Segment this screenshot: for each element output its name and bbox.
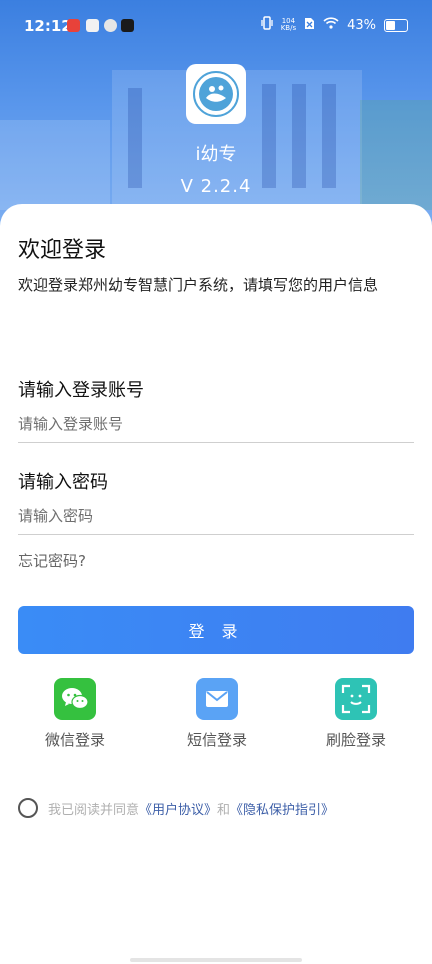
sms-login-button[interactable]: 短信登录 xyxy=(167,678,267,750)
agreement-row: 我已阅读并同意《用户协议》和《隐私保护指引》 xyxy=(18,798,334,818)
status-bar: 12:12 104 KB/s 43% xyxy=(0,0,432,52)
account-input[interactable] xyxy=(18,406,414,443)
sms-login-label: 短信登录 xyxy=(186,731,247,749)
login-button[interactable]: 登 录 xyxy=(18,606,414,654)
building-window xyxy=(292,84,306,188)
notification-icon xyxy=(67,19,80,32)
wechat-icon xyxy=(54,678,96,720)
tiktok-icon xyxy=(121,19,134,32)
net-speed: 104 KB/s xyxy=(281,18,296,32)
vibrate-icon xyxy=(261,16,273,34)
face-login-button[interactable]: 刷脸登录 xyxy=(306,678,406,750)
login-card: 欢迎登录 欢迎登录郑州幼专智慧门户系统，请填写您的用户信息 请输入登录账号 请输… xyxy=(0,204,432,964)
page-subtitle: 欢迎登录郑州幼专智慧门户系统，请填写您的用户信息 xyxy=(18,276,379,294)
building-window xyxy=(128,88,142,188)
app-logo xyxy=(186,64,246,124)
building-window xyxy=(262,84,276,188)
privacy-policy-link[interactable]: 《隐私保护指引》 xyxy=(230,803,334,818)
building-window xyxy=(322,84,336,188)
wechat-login-button[interactable]: 微信登录 xyxy=(25,678,125,750)
status-time: 12:12 xyxy=(24,17,72,35)
agreement-text: 我已阅读并同意《用户协议》和《隐私保护指引》 xyxy=(48,799,334,818)
notification-icon xyxy=(86,19,99,32)
account-label: 请输入登录账号 xyxy=(18,380,144,401)
battery-percent: 43% xyxy=(347,17,376,33)
face-login-label: 刷脸登录 xyxy=(325,731,386,749)
agreement-and: 和 xyxy=(217,802,231,818)
app-version: V 2.2.4 xyxy=(180,176,252,197)
sms-icon xyxy=(196,678,238,720)
agreement-prefix: 我已阅读并同意 xyxy=(48,802,140,818)
no-sim-icon xyxy=(304,17,315,34)
page-title: 欢迎登录 xyxy=(18,238,107,263)
user-agreement-link[interactable]: 《用户协议》 xyxy=(139,803,217,818)
notification-icon xyxy=(104,19,117,32)
password-input[interactable] xyxy=(18,498,414,535)
wechat-login-label: 微信登录 xyxy=(44,731,105,749)
password-label: 请输入密码 xyxy=(18,472,108,493)
battery-icon xyxy=(384,18,408,32)
wifi-icon xyxy=(323,17,339,33)
net-speed-unit: KB/s xyxy=(280,24,297,32)
app-name: i幼专 xyxy=(195,144,237,165)
home-indicator[interactable] xyxy=(130,958,302,962)
agreement-checkbox[interactable] xyxy=(18,798,38,818)
forgot-password-link[interactable]: 忘记密码? xyxy=(18,550,86,571)
face-scan-icon xyxy=(335,678,377,720)
